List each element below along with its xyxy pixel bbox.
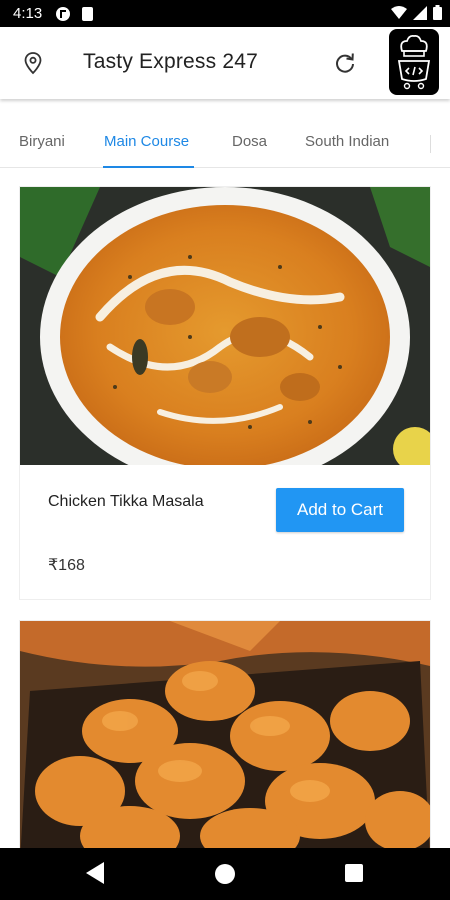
location-icon[interactable] — [21, 51, 45, 75]
back-icon[interactable] — [86, 862, 104, 884]
signal-icon — [413, 5, 427, 20]
add-to-cart-button[interactable]: Add to Cart — [276, 488, 404, 532]
status-icons — [391, 5, 442, 20]
dish-name: Chicken Tikka Masala — [48, 493, 204, 510]
active-tab-indicator — [103, 166, 194, 168]
tab-south-indian[interactable]: South Indian — [305, 133, 389, 150]
home-icon[interactable] — [215, 864, 235, 884]
status-bar: 4:13 — [0, 0, 450, 27]
status-time: 4:13 — [13, 5, 43, 22]
chef-logo[interactable] — [389, 29, 439, 95]
app-title: Tasty Express 247 — [83, 50, 258, 73]
refresh-icon[interactable] — [333, 51, 357, 75]
storage-notification-icon — [82, 7, 93, 21]
system-nav-bar — [0, 848, 450, 900]
recents-icon[interactable] — [345, 864, 363, 882]
tab-biryani[interactable]: Biryani — [19, 133, 65, 150]
battery-icon — [433, 5, 442, 20]
tab-main-course[interactable]: Main Course — [104, 133, 189, 150]
dish-image — [20, 187, 430, 465]
wifi-icon — [391, 5, 407, 19]
chef-logo-icon — [397, 34, 431, 90]
tab-dosa[interactable]: Dosa — [232, 133, 267, 150]
tab-overflow-indicator — [430, 135, 431, 153]
dish-price: ₹168 — [48, 557, 85, 574]
category-tabs: Biryani Main Course Dosa South Indian — [0, 103, 450, 168]
app-bar: Tasty Express 247 — [0, 27, 450, 99]
menu-item-card — [19, 620, 431, 861]
menu-item-card: Chicken Tikka Masala Add to Cart ₹168 — [19, 186, 431, 600]
app-notification-icon — [56, 7, 70, 21]
dish-image — [20, 621, 430, 861]
